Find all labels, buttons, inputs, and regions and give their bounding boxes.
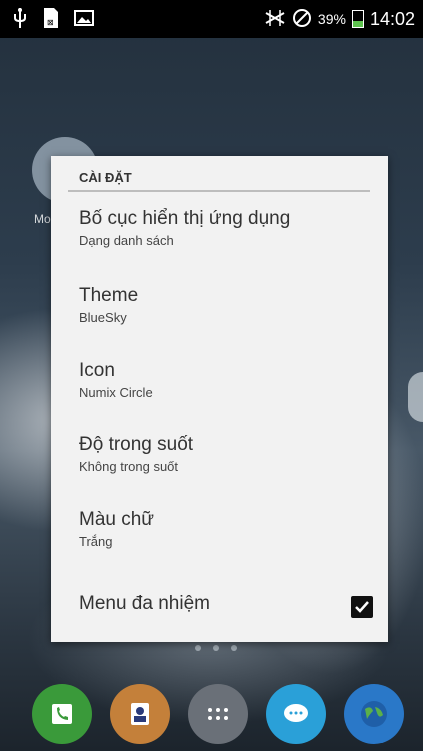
pref-app-layout[interactable]: Bố cục hiển thị ứng dụng Dạng danh sách <box>79 208 369 248</box>
pref-title: Bố cục hiển thị ứng dụng <box>79 208 291 229</box>
page-dot <box>231 645 237 651</box>
pref-title: Icon <box>79 360 115 381</box>
page-dot <box>195 645 201 651</box>
pref-summary: Không trong suốt <box>79 459 179 474</box>
pref-summary: Dạng danh sách <box>79 233 174 248</box>
dialog-title: CÀI ĐẶT <box>79 170 132 185</box>
do-not-disturb-icon <box>292 8 312 31</box>
pref-text-color[interactable]: Màu chữ Trắng <box>79 509 369 549</box>
status-bar: ⊠ 39% 14:02 <box>0 0 423 38</box>
page-indicator <box>195 645 237 651</box>
pref-summary: BlueSky <box>79 310 127 325</box>
clock: 14:02 <box>369 8 415 29</box>
pref-title: Menu đa nhiệm <box>79 593 210 614</box>
sim-icon: ⊠ <box>42 7 60 31</box>
pref-title: Độ trong suốt <box>79 434 194 455</box>
page-dot <box>213 645 219 651</box>
multitask-checkbox[interactable] <box>351 596 373 618</box>
background-app-label: Mo <box>34 212 51 226</box>
svg-text:⊠: ⊠ <box>47 18 54 27</box>
contacts-icon[interactable] <box>110 684 170 744</box>
pref-summary: Trắng <box>79 534 113 549</box>
settings-dialog: CÀI ĐẶT Bố cục hiển thị ứng dụng Dạng da… <box>51 156 388 642</box>
pref-icon[interactable]: Icon Numix Circle <box>79 360 369 400</box>
image-icon <box>74 9 94 29</box>
no-signal-icon <box>264 9 286 30</box>
edge-handle[interactable] <box>408 372 423 422</box>
pref-summary: Numix Circle <box>79 385 153 400</box>
pref-title: Theme <box>79 285 139 306</box>
pref-theme[interactable]: Theme BlueSky <box>79 285 369 325</box>
pref-transparency[interactable]: Độ trong suốt Không trong suốt <box>79 434 369 474</box>
pref-title: Màu chữ <box>79 509 155 530</box>
dialog-divider <box>68 190 370 192</box>
battery-percent: 39% <box>317 11 346 27</box>
phone-icon[interactable] <box>32 684 92 744</box>
battery-charging-icon <box>351 10 364 28</box>
apps-icon[interactable] <box>188 684 248 744</box>
browser-icon[interactable] <box>344 684 404 744</box>
messages-icon[interactable] <box>266 684 326 744</box>
usb-icon <box>12 7 28 31</box>
dock <box>0 678 423 751</box>
pref-multitask-menu[interactable]: Menu đa nhiệm <box>79 593 373 618</box>
